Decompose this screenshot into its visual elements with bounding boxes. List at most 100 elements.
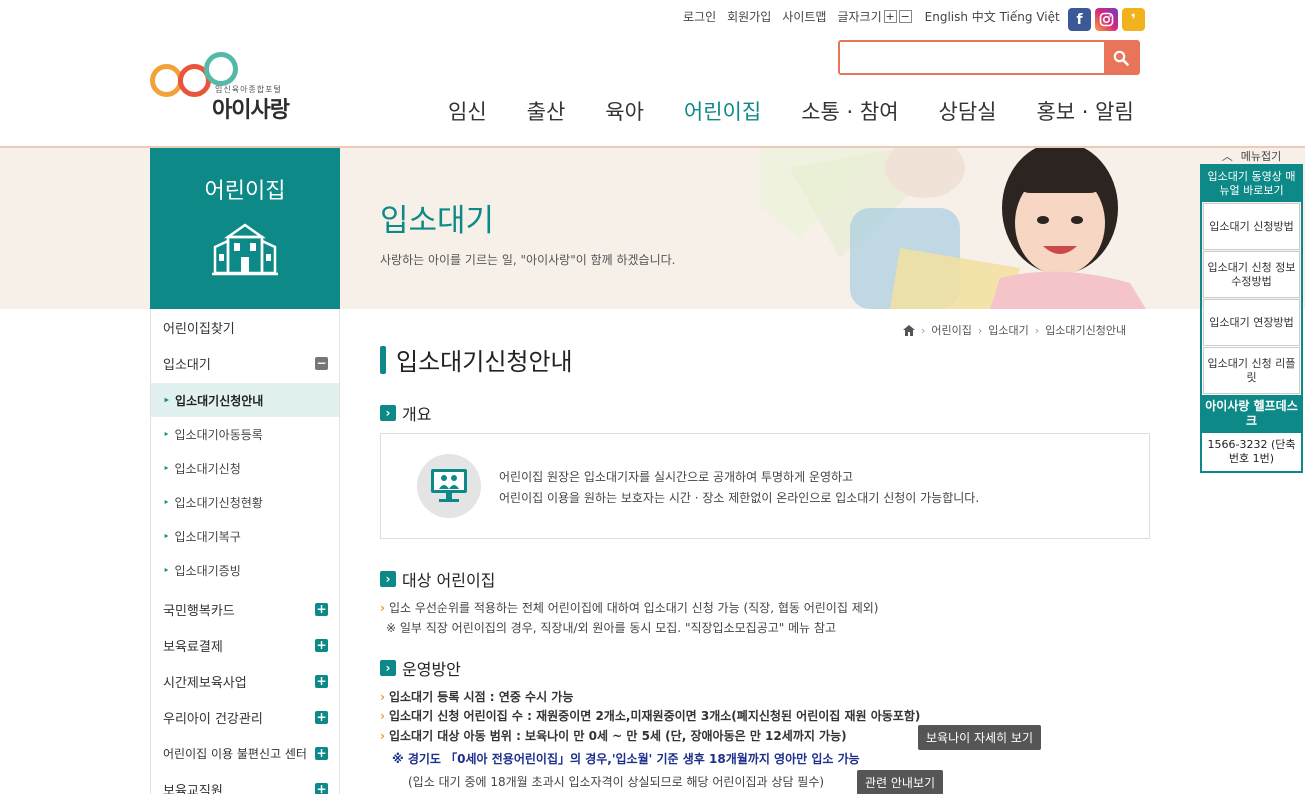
expand-icon[interactable]: + [315,782,328,794]
sitemap-link[interactable]: 사이트맵 [782,8,826,25]
quick-item-leaflet[interactable]: 입소대기 신청 리플릿 [1203,347,1300,394]
breadcrumb-item[interactable]: 입소대기 [988,322,1028,338]
sidebar-item-health[interactable]: 우리아이 건강관리 + [151,699,339,735]
overview-heading: › 개요 [380,401,431,425]
page-title: 입소대기신청안내 [380,342,573,377]
font-size-label: 글자크기 [837,10,882,24]
sidebar-item-card[interactable]: 국민행복카드 + [151,591,339,627]
font-increase-button[interactable]: + [883,10,897,23]
nav-birth[interactable]: 출산 [507,96,586,126]
breadcrumb-separator: › [977,323,983,337]
instagram-icon[interactable] [1095,8,1118,31]
expand-icon[interactable]: + [315,602,328,616]
logo-circle [204,52,238,86]
site-logo[interactable]: 임신육아종합포털 아이사랑 [150,48,300,123]
sidebar-item-label: 어린이집찾기 [163,321,235,337]
expand-icon[interactable]: + [315,674,328,688]
main-nav: 임신 출산 육아 어린이집 소통 · 참여 상담실 홍보 · 알림 [428,96,1154,126]
video-manual-header: 입소대기 동영상 매뉴얼 바로보기 [1202,166,1301,202]
sidebar-item-label: 보육교직원 [163,783,223,794]
operation-item: 입소대기 등록 시점 : 연중 수시 가능 [380,688,573,705]
search-icon [1113,50,1129,66]
overview-text: 어린이집 원장은 입소대기자를 실시간으로 공개하여 투명하게 운영하고 어린이… [499,467,979,509]
nav-parenting[interactable]: 육아 [585,96,664,126]
quick-menu-box: 입소대기 동영상 매뉴얼 바로보기 입소대기 신청방법 입소대기 신청 정보 수… [1200,164,1303,473]
overview-line: 어린이집 이용을 원하는 보호자는 시간 · 장소 제한없이 온라인으로 입소대… [499,491,980,505]
sidebar-subitem-proof[interactable]: 입소대기증빙 [151,553,339,587]
breadcrumb: › 어린이집 › 입소대기 › 입소대기신청안내 [903,322,1126,338]
search-button[interactable] [1104,42,1138,73]
sidebar-item-label: 우리아이 건강관리 [163,711,263,727]
collapse-icon[interactable]: − [315,356,328,370]
target-note: ※ 일부 직장 어린이집의 경우, 직장내/외 원아를 동시 모집. "직장입소… [386,621,837,635]
sidebar-subitem-restore[interactable]: 입소대기복구 [151,519,339,553]
sidebar-subitem-apply[interactable]: 입소대기신청 [151,451,339,485]
join-link[interactable]: 회원가입 [727,8,771,25]
utility-bar: 로그인 회원가입 사이트맵 글자크기 + − English 中文 Tiếng … [683,8,1060,25]
language-links[interactable]: English 中文 Tiếng Việt [925,8,1060,25]
sidebar-item-find[interactable]: 어린이집찾기 [151,309,339,345]
breadcrumb-separator: › [921,323,926,337]
sidebar-item-label: 시간제보육사업 [163,675,247,691]
quick-item-edit-method[interactable]: 입소대기 신청 정보 수정방법 [1203,251,1300,298]
facebook-icon[interactable]: f [1068,8,1091,31]
expand-icon[interactable]: + [315,710,328,724]
quick-item-extend-method[interactable]: 입소대기 연장방법 [1203,299,1300,346]
operation-item: 입소대기 대상 아동 범위 : 보육나이 만 0세 ~ 만 5세 (단, 장애아… [380,727,847,744]
helpdesk-tel: 1566-3232 (단축번호 1번) [1202,433,1301,471]
quick-menu: ︿ 메뉴접기 입소대기 동영상 매뉴얼 바로보기 입소대기 신청방법 입소대기 … [1200,148,1303,473]
gyeonggi-note: ※ 경기도 「0세아 전용어린이집」의 경우,'입소월' 기준 생후 18개월까… [392,752,860,766]
sidebar-subitem-guide[interactable]: 입소대기신청안내 [151,383,339,417]
sidebar-item-parttime[interactable]: 시간제보육사업 + [151,663,339,699]
home-icon[interactable] [903,324,915,336]
sidebar-item-label: 국민행복카드 [163,603,235,619]
kakaostory-icon[interactable]: ❜ [1122,8,1145,31]
sidebar-item-waiting[interactable]: 입소대기 − [151,345,339,381]
expand-icon[interactable]: + [315,638,328,652]
chevron-right-icon: › [380,660,396,676]
age-detail-button[interactable]: 보육나이 자세히 보기 [918,725,1041,750]
font-decrease-button[interactable]: − [898,10,912,23]
sidebar-item-complaint[interactable]: 어린이집 이용 불편신고 센터 + [151,735,339,771]
section-name: 어린이집 [204,179,286,204]
sidebar-subitem-status[interactable]: 입소대기신청현황 [151,485,339,519]
sidebar-item-label: 보육료결제 [163,639,223,655]
sidebar-item-label: 어린이집 이용 불편신고 센터 [163,746,307,761]
nav-daycare[interactable]: 어린이집 [664,96,781,126]
logo-name: 아이사랑 [212,98,290,123]
breadcrumb-item[interactable]: 입소대기신청안내 [1045,322,1126,338]
overview-box: 어린이집 원장은 입소대기자를 실시간으로 공개하여 투명하게 운영하고 어린이… [380,433,1150,539]
sns-links: f ❜ [1068,8,1145,31]
nav-counsel[interactable]: 상담실 [919,96,1017,126]
search-input[interactable] [840,42,1104,73]
sidebar-item-payment[interactable]: 보육료결제 + [151,627,339,663]
consult-note: (입소 대기 중에 18개월 초과시 입소자격이 상실되므로 해당 어린이집과 … [408,775,825,789]
chevron-right-icon: › [380,405,396,421]
section-heading-label: 운영방안 [402,660,461,679]
target-line: 입소 우선순위를 적용하는 전체 어린이집에 대하여 입소대기 신청 가능 (직… [380,599,879,616]
nav-notice[interactable]: 홍보 · 알림 [1016,96,1153,126]
banner-subtitle: 사랑하는 아이를 기르는 일, "아이사랑"이 함께 하겠습니다. [380,253,676,267]
section-heading-label: 대상 어린이집 [402,571,496,590]
section-badge: 어린이집 [150,148,340,309]
helpdesk-title: 아이사랑 헬프데스크 [1202,395,1301,433]
login-link[interactable]: 로그인 [683,8,716,25]
section-heading-label: 개요 [402,405,432,424]
chevron-right-icon: › [380,571,396,587]
operation-heading: › 운영방안 [380,656,461,680]
nav-pregnancy[interactable]: 임신 [428,96,507,126]
menu-fold-toggle[interactable]: ︿ 메뉴접기 [1200,148,1303,164]
side-menu: 어린이집찾기 입소대기 − 입소대기신청안내 입소대기아동등록 입소대기신청 입… [150,309,340,794]
target-heading: › 대상 어린이집 [380,567,495,591]
sidebar-item-staff[interactable]: 보육교직원 + [151,771,339,794]
expand-icon[interactable]: + [315,746,328,760]
related-info-button[interactable]: 관련 안내보기 [857,770,944,794]
breadcrumb-item[interactable]: 어린이집 [931,322,971,338]
school-icon [212,223,278,276]
quick-item-apply-method[interactable]: 입소대기 신청방법 [1203,203,1300,250]
nav-community[interactable]: 소통 · 참여 [781,96,918,126]
sidebar-item-label: 입소대기 [163,357,211,373]
sidebar-subitem-register[interactable]: 입소대기아동등록 [151,417,339,451]
chevron-up-icon: ︿ [1221,150,1233,163]
breadcrumb-separator: › [1034,323,1040,337]
